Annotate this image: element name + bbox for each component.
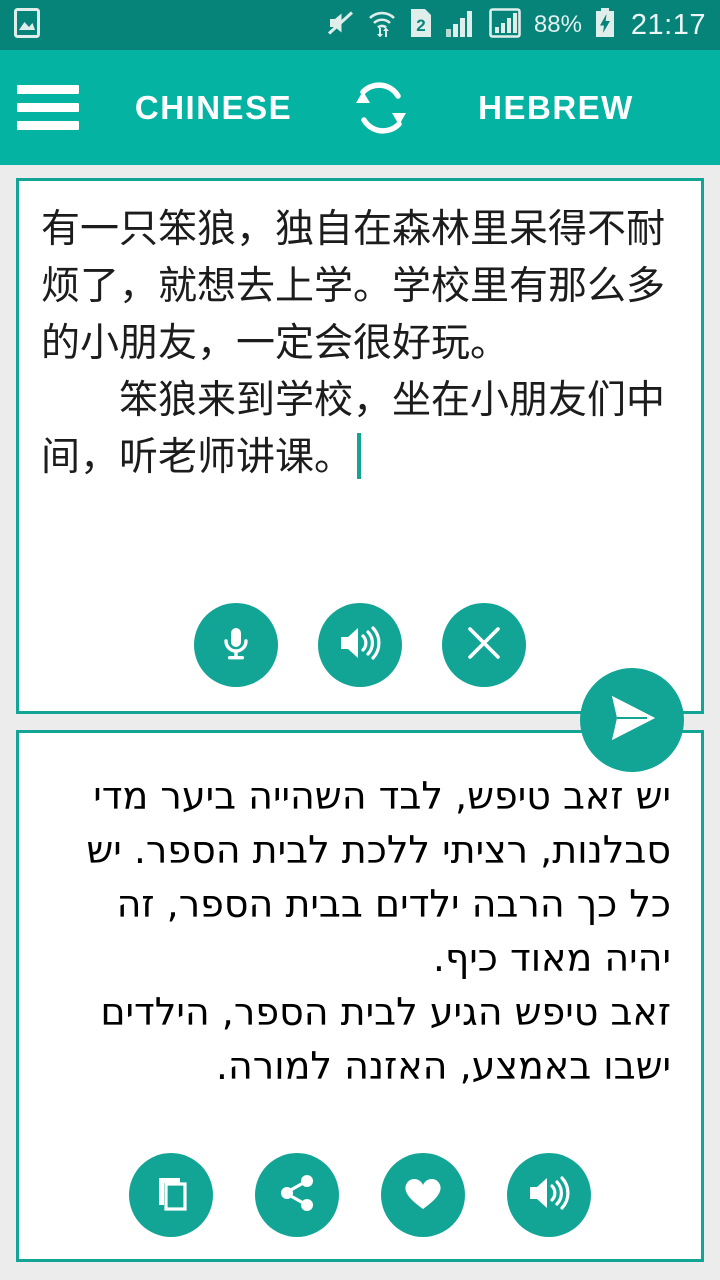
heart-icon xyxy=(400,1172,446,1219)
share-icon xyxy=(276,1172,318,1219)
mute-icon xyxy=(327,9,355,42)
translator-app-screen: 2 88% 21:17 CHINESE HEBREW 有一只笨狼，独自在森林里呆… xyxy=(0,0,720,1280)
send-paper-plane-icon xyxy=(603,690,661,751)
hamburger-bar-2 xyxy=(17,103,79,112)
wifi-icon xyxy=(368,9,396,42)
hamburger-menu-icon[interactable] xyxy=(0,50,96,165)
source-language-button[interactable]: CHINESE xyxy=(96,89,331,127)
hamburger-bar-3 xyxy=(17,121,79,130)
speaker-icon xyxy=(526,1172,572,1219)
source-text-card: 有一只笨狼，独自在森林里呆得不耐烦了，就想去上学。学校里有那么多的小朋友，一定会… xyxy=(16,178,704,714)
status-bar-clock: 21:17 xyxy=(630,8,706,41)
sim2-icon: 2 xyxy=(409,8,433,43)
status-bar: 2 88% 21:17 xyxy=(0,0,720,50)
gallery-image-icon xyxy=(14,7,40,43)
result-text: יש זאב טיפש, לבד השהייה ביער מדי סבלנות,… xyxy=(86,774,671,1088)
status-bar-notifications xyxy=(14,7,327,43)
signal-bars-boxed-icon xyxy=(489,7,521,43)
sim-slot-number: 2 xyxy=(416,16,425,35)
translate-send-button[interactable] xyxy=(580,668,684,772)
battery-charging-icon xyxy=(595,7,615,43)
clear-text-button[interactable] xyxy=(442,603,526,687)
hamburger-bar-1 xyxy=(17,85,79,94)
favorite-button[interactable] xyxy=(381,1153,465,1237)
signal-bars-icon xyxy=(445,9,476,42)
source-text-input[interactable]: 有一只笨狼，独自在森林里呆得不耐烦了，就想去上学。学校里有那么多的小朋友，一定会… xyxy=(19,181,701,571)
microphone-button[interactable] xyxy=(194,603,278,687)
target-language-button[interactable]: HEBREW xyxy=(431,89,681,127)
speak-result-button[interactable] xyxy=(507,1153,591,1237)
text-caret xyxy=(357,433,362,479)
microphone-icon xyxy=(215,622,257,669)
copy-icon xyxy=(150,1172,192,1219)
speak-source-button[interactable] xyxy=(318,603,402,687)
status-bar-system-icons: 2 88% 21:17 xyxy=(327,7,706,43)
copy-button[interactable] xyxy=(129,1153,213,1237)
speaker-icon xyxy=(337,622,383,669)
result-text-card: יש זאב טיפש, לבד השהייה ביער מדי סבלנות,… xyxy=(16,730,704,1262)
share-button[interactable] xyxy=(255,1153,339,1237)
source-text-value: 有一只笨狼，独自在森林里呆得不耐烦了，就想去上学。学校里有那么多的小朋友，一定会… xyxy=(41,207,666,480)
app-bar: CHINESE HEBREW xyxy=(0,50,720,165)
battery-percent-label: 88% xyxy=(533,11,582,38)
source-actions-row xyxy=(19,603,701,687)
swap-languages-icon[interactable] xyxy=(331,50,431,165)
close-x-icon xyxy=(463,622,505,669)
result-actions-row xyxy=(19,1153,701,1237)
